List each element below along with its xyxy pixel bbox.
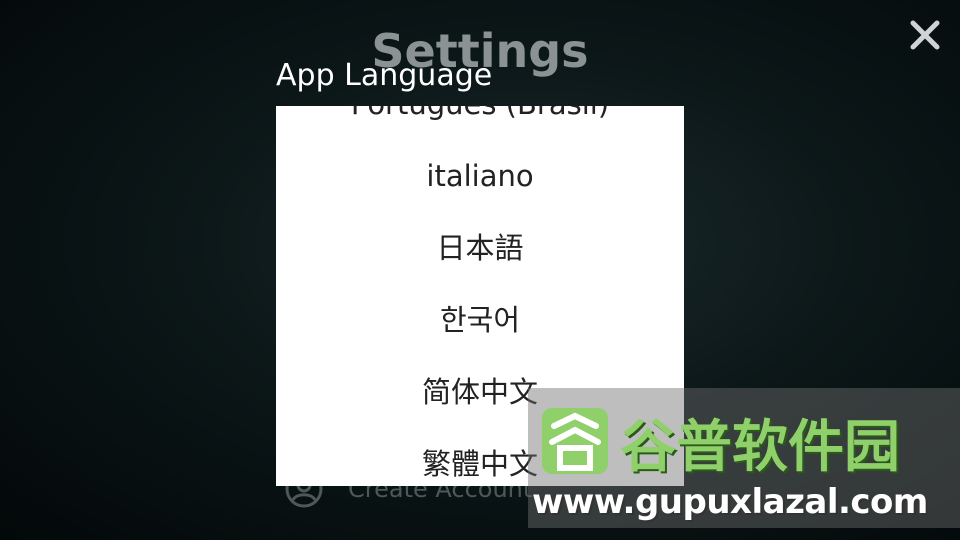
watermark-url: www.gupuxlazal.com — [532, 482, 928, 522]
language-option-korean[interactable]: 한국어 — [276, 284, 684, 356]
language-option-portuguese[interactable]: Português (Brasil) — [276, 106, 684, 140]
watermark-brand: 谷普软件园 — [620, 415, 900, 480]
watermark-logo-icon — [542, 408, 608, 474]
watermark-overlay: 谷普软件园 www.gupuxlazal.com — [528, 388, 960, 528]
settings-screen: Settings Create Account App Language Por… — [0, 0, 960, 540]
language-option-italian[interactable]: italiano — [276, 140, 684, 212]
language-option-japanese[interactable]: 日本語 — [276, 212, 684, 284]
close-button[interactable] — [902, 12, 948, 58]
dialog-title: App Language — [276, 58, 493, 93]
close-icon — [910, 20, 940, 50]
